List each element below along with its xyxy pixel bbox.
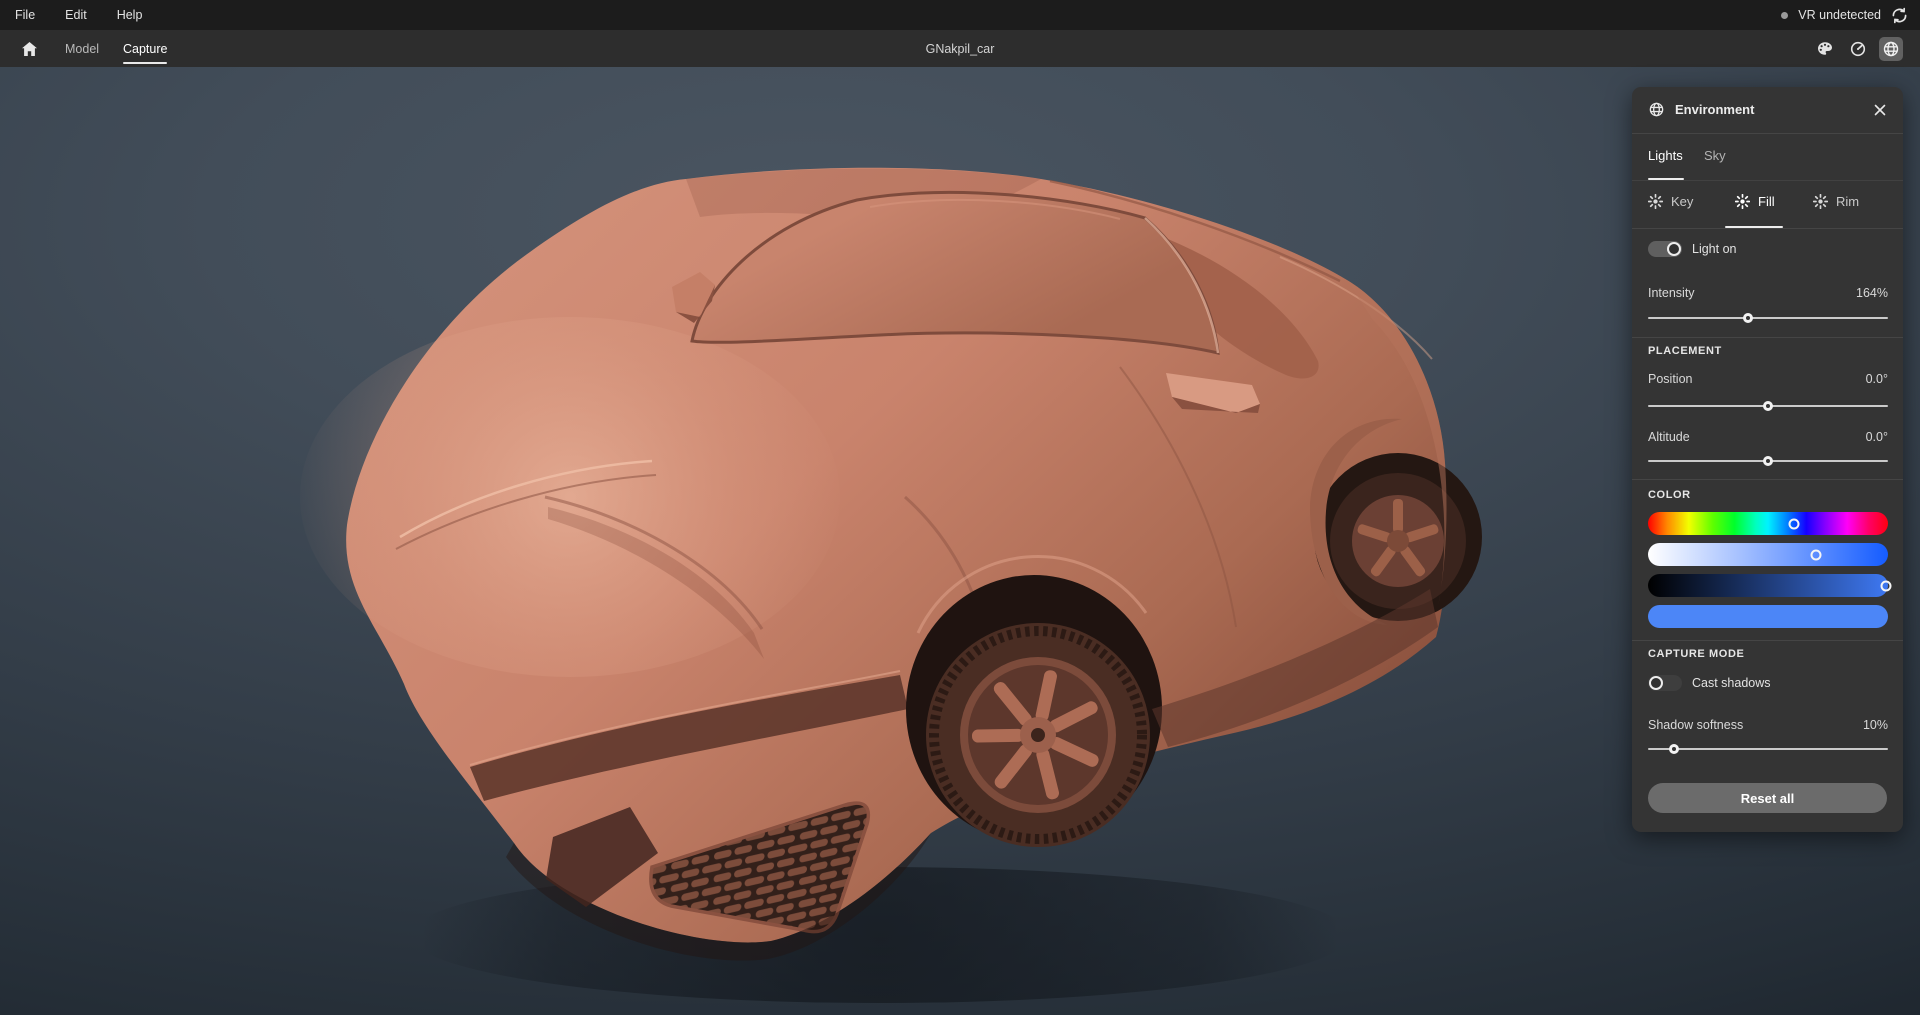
menu-help[interactable]: Help	[102, 0, 158, 30]
shadow-softness-label: Shadow softness	[1648, 718, 1743, 732]
light-tab-fill[interactable]: Fill	[1735, 194, 1775, 209]
menu-bar: File Edit Help VR undetected	[0, 0, 1920, 30]
position-value: 0.0°	[1866, 372, 1888, 386]
color-heading: COLOR	[1648, 489, 1691, 501]
shadow-softness-slider[interactable]	[1648, 741, 1888, 757]
tab-model[interactable]: Model	[65, 30, 99, 67]
palette-icon[interactable]	[1813, 37, 1837, 61]
intensity-value: 164%	[1856, 286, 1888, 300]
light-tab-rim[interactable]: Rim	[1813, 194, 1859, 209]
gauge-icon[interactable]	[1846, 37, 1870, 61]
toolbar: Model Capture GNakpil_car	[0, 30, 1920, 67]
hue-slider[interactable]	[1648, 512, 1888, 535]
value-slider[interactable]	[1648, 574, 1888, 597]
altitude-slider[interactable]	[1648, 453, 1888, 469]
saturation-slider[interactable]	[1648, 543, 1888, 566]
shadow-softness-value: 10%	[1863, 718, 1888, 732]
globe-icon	[1648, 101, 1665, 123]
vr-status-text: VR undetected	[1798, 8, 1881, 22]
vr-status-dot	[1781, 12, 1788, 19]
panel-title: Environment	[1675, 102, 1754, 117]
light-on-label: Light on	[1692, 242, 1736, 256]
intensity-label: Intensity	[1648, 286, 1695, 300]
environment-panel: Environment Lights Sky Key Fill	[1632, 87, 1903, 832]
placement-heading: PLACEMENT	[1648, 345, 1722, 357]
panel-tabs: Lights Sky	[1632, 133, 1903, 180]
close-icon[interactable]	[1871, 101, 1889, 119]
home-icon[interactable]	[18, 38, 40, 60]
light-tab-key[interactable]: Key	[1648, 194, 1693, 209]
altitude-label: Altitude	[1648, 430, 1690, 444]
cast-shadows-label: Cast shadows	[1692, 676, 1771, 690]
light-tabs: Key Fill Rim	[1632, 180, 1903, 228]
menu-edit[interactable]: Edit	[50, 0, 102, 30]
light-on-toggle[interactable]	[1648, 241, 1682, 257]
position-label: Position	[1648, 372, 1692, 386]
tab-sky[interactable]: Sky	[1704, 148, 1726, 163]
cast-shadows-toggle[interactable]	[1648, 675, 1682, 691]
position-slider[interactable]	[1648, 398, 1888, 414]
intensity-slider[interactable]	[1648, 310, 1888, 326]
reset-all-button[interactable]: Reset all	[1648, 783, 1887, 813]
panel-header: Environment	[1632, 87, 1903, 133]
globe-icon[interactable]	[1879, 37, 1903, 61]
refresh-icon[interactable]	[1891, 7, 1908, 24]
color-swatch	[1648, 605, 1888, 628]
tab-capture[interactable]: Capture	[123, 30, 167, 67]
capture-mode-heading: CAPTURE MODE	[1648, 648, 1744, 660]
tab-lights[interactable]: Lights	[1648, 148, 1683, 163]
menu-file[interactable]: File	[0, 0, 50, 30]
document-title: GNakpil_car	[0, 30, 1920, 67]
altitude-value: 0.0°	[1866, 430, 1888, 444]
